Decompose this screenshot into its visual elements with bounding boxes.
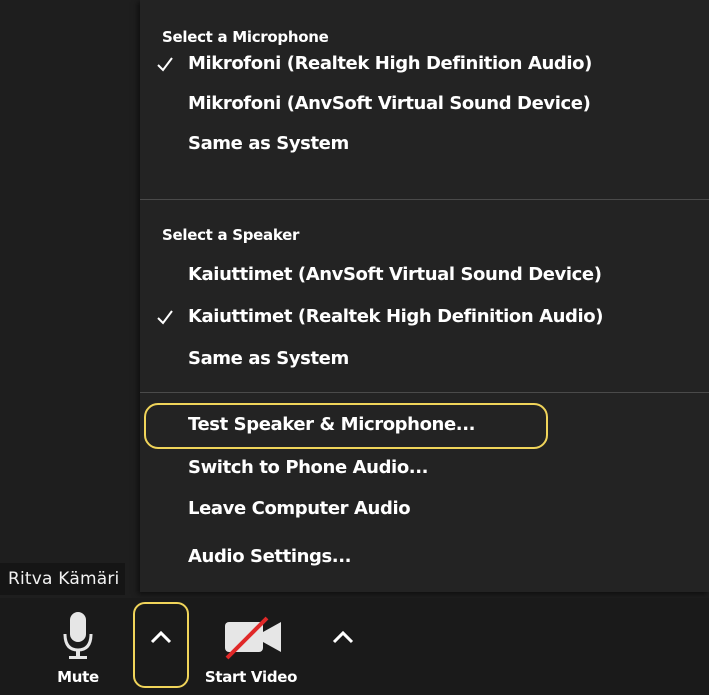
- switch-to-phone-audio-item[interactable]: Switch to Phone Audio...: [140, 449, 709, 489]
- menu-item-label: Mikrofoni (AnvSoft Virtual Sound Device): [188, 93, 591, 114]
- menu-item-label: Kaiuttimet (AnvSoft Virtual Sound Device…: [188, 264, 602, 285]
- menu-item-label: Leave Computer Audio: [188, 498, 411, 519]
- menu-item-label: Same as System: [188, 133, 349, 154]
- test-speaker-microphone-item[interactable]: Test Speaker & Microphone...: [140, 406, 709, 446]
- mic-option-same-as-system[interactable]: Same as System: [140, 125, 709, 165]
- audio-options-chevron[interactable]: [139, 615, 183, 659]
- check-icon: [157, 310, 173, 325]
- meeting-toolbar: Mute Start Video: [0, 598, 709, 695]
- menu-item-label: Mikrofoni (Realtek High Definition Audio…: [188, 53, 592, 74]
- chevron-up-icon: [332, 630, 354, 644]
- mute-label: Mute: [57, 668, 99, 686]
- menu-divider: [140, 199, 709, 200]
- menu-divider: [140, 392, 709, 393]
- chevron-up-icon: [150, 630, 172, 644]
- leave-computer-audio-item[interactable]: Leave Computer Audio: [140, 490, 709, 530]
- menu-item-label: Kaiuttimet (Realtek High Definition Audi…: [188, 306, 604, 327]
- menu-item-label: Audio Settings...: [188, 546, 352, 567]
- speaker-option-same-as-system[interactable]: Same as System: [140, 340, 709, 380]
- video-off-icon: [225, 616, 281, 660]
- microphone-section-header: Select a Microphone: [162, 28, 329, 46]
- speaker-section-header: Select a Speaker: [162, 226, 300, 244]
- menu-item-label: Switch to Phone Audio...: [188, 457, 429, 478]
- menu-item-label: Test Speaker & Microphone...: [188, 414, 476, 435]
- video-options-chevron[interactable]: [321, 615, 365, 659]
- check-icon: [157, 57, 173, 72]
- audio-settings-item[interactable]: Audio Settings...: [140, 538, 709, 578]
- mic-option-realtek[interactable]: Mikrofoni (Realtek High Definition Audio…: [140, 45, 709, 85]
- start-video-button[interactable]: Start Video: [186, 610, 316, 695]
- mute-button[interactable]: Mute: [38, 610, 118, 695]
- menu-item-label: Same as System: [188, 348, 349, 369]
- participant-name-tag: Ritva Kämäri: [0, 563, 126, 595]
- microphone-icon: [63, 612, 93, 659]
- speaker-option-anvsoft[interactable]: Kaiuttimet (AnvSoft Virtual Sound Device…: [140, 256, 709, 296]
- mic-option-anvsoft[interactable]: Mikrofoni (AnvSoft Virtual Sound Device): [140, 85, 709, 125]
- speaker-option-realtek[interactable]: Kaiuttimet (Realtek High Definition Audi…: [140, 298, 709, 338]
- start-video-label: Start Video: [204, 668, 298, 686]
- audio-options-menu: Select a Microphone Mikrofoni (Realtek H…: [140, 0, 709, 592]
